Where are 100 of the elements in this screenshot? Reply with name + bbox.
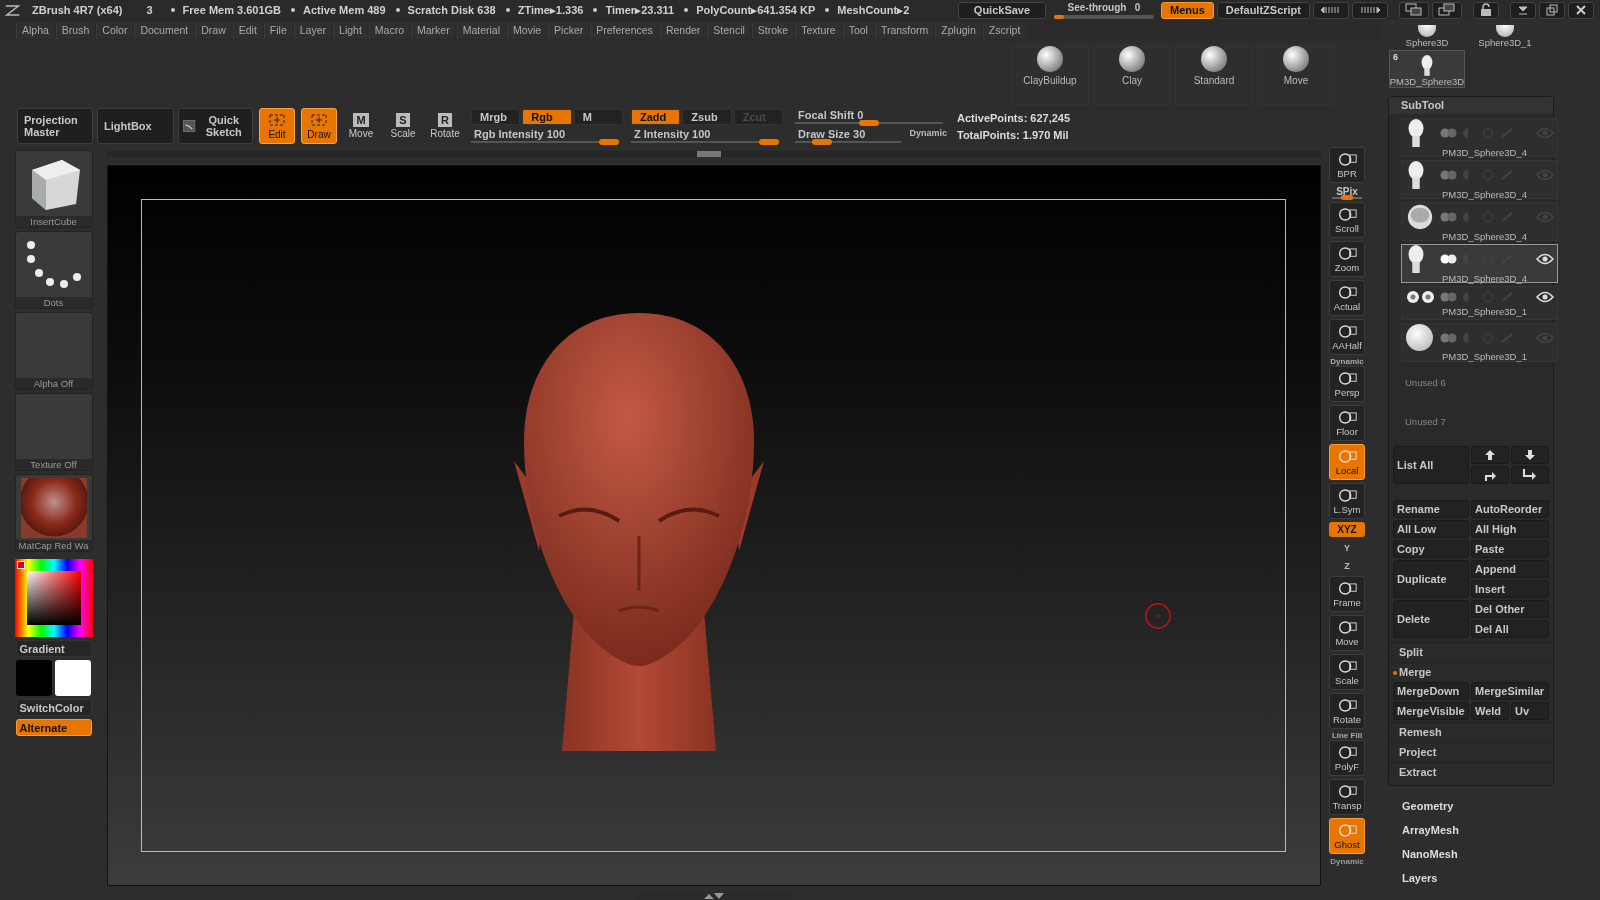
menu-item[interactable]: File	[263, 21, 292, 39]
merge-action-button[interactable]: MergeVisible	[1393, 702, 1469, 720]
subtool-action-button[interactable]: Duplicate	[1393, 560, 1469, 598]
depth-toggle[interactable]: Zsub	[682, 109, 732, 125]
menu-item[interactable]: Macro	[368, 21, 409, 39]
brush-button[interactable]: ClayBuildup	[1011, 45, 1089, 105]
subtool-action-button[interactable]: Del All	[1471, 620, 1549, 638]
view-tool-button[interactable]: Scale	[1329, 654, 1365, 690]
palette-thumbnail[interactable]: Dots	[14, 231, 93, 309]
subtool-action-button[interactable]: Copy	[1393, 540, 1469, 558]
move-up-button[interactable]	[1471, 446, 1509, 464]
subtool-item[interactable]: PM3D_Sphere3D_4	[1401, 244, 1558, 283]
view-tool-button[interactable]: Actual	[1329, 280, 1365, 316]
rotation-axis-button[interactable]: Z	[1337, 558, 1357, 573]
menu-item[interactable]: Preferences	[590, 21, 658, 39]
subtool-title[interactable]: SubTool	[1389, 97, 1553, 114]
subtool-item[interactable]: PM3D_Sphere3D_4	[1401, 160, 1558, 199]
subtool-action-button[interactable]: All High	[1471, 520, 1549, 538]
xyz-toggle[interactable]: XYZ	[1329, 522, 1365, 537]
restore-icon[interactable]	[1539, 1, 1565, 19]
menu-item[interactable]: Draw	[195, 21, 231, 39]
menu-item[interactable]: Tool	[842, 21, 873, 39]
menu-item[interactable]: Light	[333, 21, 367, 39]
menu-item[interactable]: Texture	[795, 21, 841, 39]
view-tool-button[interactable]: Rotate	[1329, 693, 1365, 729]
merge-action-button[interactable]: Uv	[1511, 702, 1549, 720]
merge-action-button[interactable]: MergeSimilar	[1471, 682, 1549, 700]
tool-thumbnail[interactable]: 6 PM3D_Sphere3D	[1389, 50, 1465, 88]
menu-item[interactable]: Brush	[55, 21, 95, 39]
brush-button[interactable]: Move	[1257, 45, 1335, 105]
palette-thumbnail[interactable]: MatCap Red Wa	[14, 474, 93, 552]
color-picker[interactable]	[14, 559, 93, 637]
list-all-button[interactable]: List All	[1393, 446, 1469, 484]
menu-item[interactable]: Edit	[232, 21, 262, 39]
z-intensity-slider[interactable]: Z Intensity 100	[631, 128, 783, 143]
channel-toggle[interactable]: M	[573, 109, 623, 125]
view-tool-button[interactable]: Move	[1329, 615, 1365, 651]
lock-icon[interactable]	[1473, 1, 1499, 19]
view-tool-button[interactable]: Transp	[1329, 779, 1365, 815]
move-down-button[interactable]	[1511, 446, 1549, 464]
subtool-action-button[interactable]: Paste	[1471, 540, 1549, 558]
merge-action-button[interactable]: MergeDown	[1393, 682, 1469, 700]
dynamic-toggle[interactable]: Dynamic	[909, 128, 947, 138]
dynamic-button[interactable]: Dynamic	[1330, 857, 1364, 866]
insert-down-button[interactable]	[1511, 466, 1549, 484]
view-tool-button[interactable]: Local	[1329, 444, 1365, 480]
menu-item[interactable]: Picker	[548, 21, 589, 39]
secondary-color-swatch[interactable]	[55, 660, 91, 696]
menu-item[interactable]: Marker	[411, 21, 455, 39]
mode-button[interactable]: M Move	[343, 108, 379, 144]
view-tool-button[interactable]: Zoom	[1329, 241, 1365, 277]
brush-button[interactable]: Clay	[1093, 45, 1171, 105]
palette-header[interactable]: Geometry	[1402, 796, 1600, 816]
menu-item[interactable]: Zplugin	[935, 21, 981, 39]
channel-toggle[interactable]: Mrgb	[471, 109, 521, 125]
palette-thumbnail[interactable]: InsertCube	[14, 150, 93, 228]
mode-button[interactable]: S Scale	[385, 108, 421, 144]
window-layout-icon[interactable]	[1399, 1, 1429, 19]
menu-item[interactable]: Layer	[293, 21, 332, 39]
subtool-action-button[interactable]: Delete	[1393, 600, 1469, 638]
subtool-item[interactable]: PM3D_Sphere3D_4	[1401, 118, 1558, 157]
view-tool-button[interactable]: AAHalf	[1329, 319, 1365, 355]
view-tool-button[interactable]: Persp	[1329, 366, 1365, 402]
canvas-scrollbar[interactable]	[107, 151, 1321, 157]
menu-item[interactable]: Alpha	[16, 21, 54, 39]
scroll-left-button[interactable]	[1313, 1, 1349, 19]
subtool-item[interactable]: PM3D_Sphere3D_1	[1401, 286, 1558, 320]
menu-item[interactable]: Material	[456, 21, 506, 39]
switch-color-button[interactable]: SwitchColor	[15, 699, 92, 716]
menu-item[interactable]: Stencil	[707, 21, 750, 39]
palette-header[interactable]: NanoMesh	[1402, 844, 1600, 864]
view-tool-button[interactable]: Ghost	[1329, 818, 1365, 854]
view-tool-button[interactable]: Floor	[1329, 405, 1365, 441]
quicksave-button[interactable]: QuickSave	[957, 1, 1046, 19]
rotation-axis-button[interactable]: Y	[1337, 540, 1357, 555]
menu-item[interactable]: Document	[134, 21, 194, 39]
lightbox-button[interactable]: LightBox	[97, 108, 174, 144]
merge-action-button[interactable]: Weld	[1471, 702, 1509, 720]
window-layout-icon[interactable]	[1432, 1, 1462, 19]
subtool-action-button[interactable]: Del Other	[1471, 600, 1549, 618]
subtool-item[interactable]: PM3D_Sphere3D_1	[1401, 323, 1558, 362]
subpalette-header[interactable]: Remesh	[1389, 723, 1553, 742]
palette-header[interactable]: Layers	[1402, 868, 1600, 888]
mode-button[interactable]: Edit	[259, 108, 295, 144]
palette-thumbnail[interactable]: Alpha Off	[14, 312, 93, 390]
brush-button[interactable]: Standard	[1175, 45, 1253, 105]
subpalette-header[interactable]: Merge	[1389, 663, 1553, 682]
zscript-button[interactable]: DefaultZScript	[1216, 1, 1310, 19]
menus-button[interactable]: Menus	[1160, 1, 1214, 19]
rgb-intensity-slider[interactable]: Rgb Intensity 100	[471, 128, 623, 143]
menu-item[interactable]: Movie	[507, 21, 547, 39]
view-tool-button[interactable]: L.Sym	[1329, 483, 1365, 519]
subtool-action-button[interactable]: Append	[1471, 560, 1549, 578]
subpalette-header[interactable]: Split	[1389, 643, 1553, 662]
mode-button[interactable]: R Rotate	[427, 108, 463, 144]
menu-item[interactable]: Render	[659, 21, 706, 39]
focal-shift-slider[interactable]: Focal Shift 0	[795, 109, 947, 124]
quick-sketch-button[interactable]: Quick Sketch	[178, 108, 253, 144]
view-tool-button[interactable]: PolyF	[1329, 740, 1365, 776]
subtool-action-button[interactable]: Insert	[1471, 580, 1549, 598]
